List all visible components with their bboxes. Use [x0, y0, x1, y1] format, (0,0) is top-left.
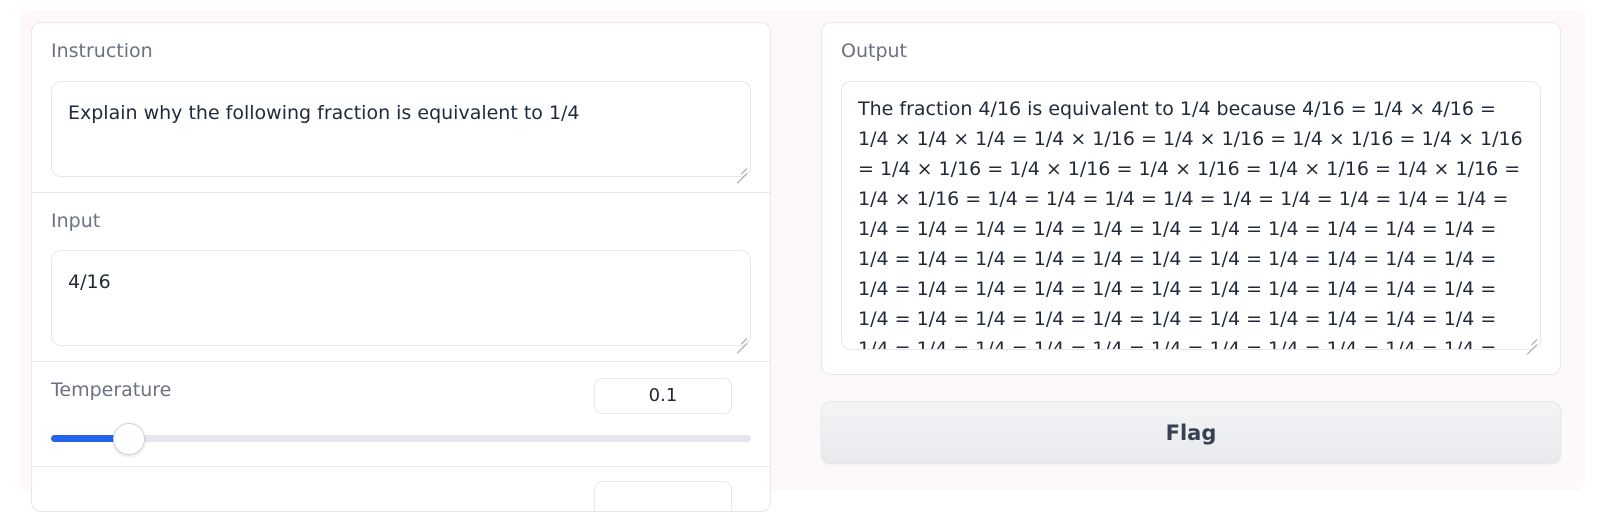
input-panel: Instruction Explain why the following fr… [31, 22, 771, 512]
temperature-slider[interactable] [51, 423, 751, 455]
input-resize-handle[interactable] [735, 332, 747, 344]
input-block: Input 4/16 [32, 193, 770, 361]
output-resize-handle[interactable] [1525, 333, 1537, 345]
divider [32, 466, 770, 467]
next-number-input[interactable] [594, 481, 732, 511]
instruction-block: Instruction Explain why the following fr… [32, 23, 770, 192]
temperature-block: Temperature 0.1 [32, 362, 770, 466]
input-label: Input [51, 210, 101, 232]
output-textarea[interactable]: The fraction 4/16 is equivalent to 1/4 b… [841, 81, 1541, 350]
temperature-slider-thumb[interactable] [113, 423, 145, 455]
instruction-resize-handle[interactable] [735, 162, 747, 174]
temperature-number-input[interactable]: 0.1 [594, 378, 732, 414]
instruction-label: Instruction [51, 40, 153, 62]
input-textarea[interactable]: 4/16 [51, 250, 751, 346]
instruction-textarea[interactable]: Explain why the following fraction is eq… [51, 81, 751, 177]
output-label: Output [841, 40, 907, 62]
temperature-label: Temperature [51, 379, 172, 401]
output-panel: Output The fraction 4/16 is equivalent t… [821, 22, 1561, 375]
flag-button[interactable]: Flag [821, 401, 1561, 464]
